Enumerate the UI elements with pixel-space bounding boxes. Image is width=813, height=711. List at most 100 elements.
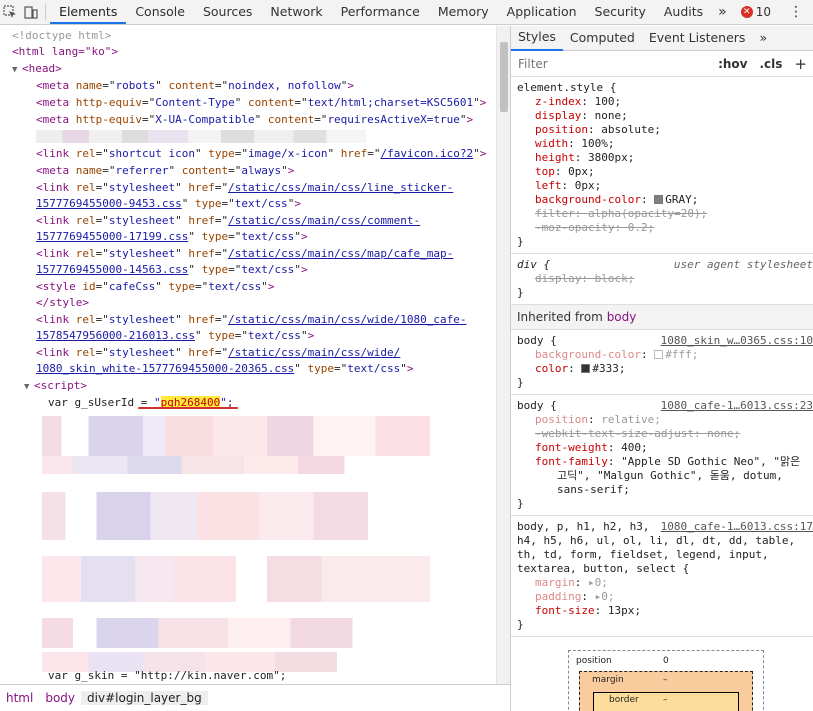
html-node[interactable]: <html lang="ko"> (12, 44, 118, 61)
style-property-inherited: background-color: #fff; (535, 348, 699, 361)
rule-close: } (517, 618, 524, 631)
color-swatch[interactable] (654, 195, 664, 204)
style-property-invalid: -moz-opacity: 0.2; (535, 221, 655, 234)
tab-sources[interactable]: Sources (194, 0, 261, 24)
scrollbar-thumb[interactable] (500, 42, 508, 112)
breadcrumb-body[interactable]: body (39, 691, 81, 705)
style-property-inherited: margin: ▸0; (535, 576, 608, 589)
rule-selector: element.style { (517, 81, 617, 94)
device-toolbar-icon[interactable] (21, 0, 42, 24)
class-toggle[interactable]: .cls (753, 57, 788, 71)
rule-source-link[interactable]: 1080_skin_w…0365.css:10 (661, 334, 813, 348)
tab-network[interactable]: Network (261, 0, 331, 24)
box-model-margin[interactable]: margin – border – (579, 671, 753, 711)
link-css-skin-white-node[interactable]: <link rel="stylesheet" href="/static/css… (36, 345, 400, 362)
color-swatch[interactable] (654, 350, 664, 359)
expand-triangle-icon[interactable]: ▼ (12, 62, 22, 79)
red-underline-annotation (138, 407, 238, 409)
more-tabs-button[interactable]: » (712, 4, 733, 20)
style-property-inherited: position: relative; (535, 413, 661, 426)
breadcrumb-selected-div[interactable]: div#login_layer_bg (81, 691, 208, 705)
style-property: z-index: 100; (535, 95, 622, 108)
head-node[interactable]: ▼ <head> (12, 61, 62, 79)
meta-referrer-node[interactable]: <meta name="referrer" content="always"> (36, 163, 294, 180)
inspect-element-icon[interactable] (0, 0, 21, 24)
css-href-continued[interactable]: 1577769455000-14563.css (36, 263, 188, 276)
style-property: background-color: GRAY; (535, 193, 699, 206)
tab-styles[interactable]: Styles (511, 26, 563, 51)
body-rule-skin[interactable]: body { 1080_skin_w…0365.css:10 backgroun… (511, 330, 813, 395)
tab-console[interactable]: Console (126, 0, 194, 24)
script-g-skin-line[interactable]: var g_skin = "http://kin.naver.com"; (48, 668, 286, 684)
script-node[interactable]: ▼ <script> (24, 378, 87, 396)
tab-audits[interactable]: Audits (655, 0, 712, 24)
tab-elements[interactable]: Elements (50, 0, 127, 24)
devtools-toolbar: Elements Console Sources Network Performance… (0, 0, 813, 25)
rule-close: } (517, 286, 524, 299)
meta-ua-compatible-node[interactable]: <meta http-equiv="X-UA-Compatible" conte… (36, 112, 473, 129)
toolbar-divider (45, 4, 47, 20)
element-style-rule[interactable]: element.style { z-index: 100; display: n… (511, 77, 813, 254)
link-css-1080-cafe-node[interactable]: <link rel="stylesheet" href="/static/css… (36, 312, 467, 329)
div-ua-rule[interactable]: div { user agent stylesheet display: blo… (511, 254, 813, 305)
style-property: display: none; (535, 109, 628, 122)
style-property: color: #333; (535, 362, 626, 375)
box-model-position-label: position (576, 656, 612, 666)
meta-content-type-node[interactable]: <meta http-equiv="Content-Type" content=… (36, 95, 486, 112)
reset-rule[interactable]: body, p, h1, h2, h3, 1080_cafe-1…6013.cs… (511, 516, 813, 637)
box-model-diagram[interactable]: position 0 margin – border – (568, 650, 764, 711)
hover-state-toggle[interactable]: :hov (712, 57, 753, 71)
inherited-from-link[interactable]: body (607, 310, 637, 324)
meta-robots-node[interactable]: <meta name="robots" content="noindex, no… (36, 78, 354, 95)
rule-close: } (517, 235, 524, 248)
link-favicon-node[interactable]: <link rel="shortcut icon" type="image/x-… (36, 146, 486, 163)
rule-source-link[interactable]: 1080_cafe-1…6013.css:17 (661, 520, 813, 534)
filter-bar: :hov .cls + (511, 51, 813, 77)
panel-tabs: Elements Console Sources Network Performance… (50, 0, 712, 24)
rule-close: } (517, 497, 524, 510)
css-href-continued[interactable]: 1080_skin_white-1577769455000-20365.css (36, 362, 294, 375)
rule-close: } (517, 376, 524, 389)
box-model-border[interactable]: border – (593, 692, 739, 711)
style-cafecss-node[interactable]: <style id="cafeCss" type="text/css"> (36, 279, 274, 296)
style-property: top: 0px; (535, 165, 595, 178)
css-href-continued[interactable]: 1578547956000-216013.css (36, 329, 195, 342)
doctype-node[interactable]: <!doctype html> (12, 28, 111, 45)
style-property: font-weight: 400; (535, 441, 648, 454)
elements-tree[interactable]: <!doctype html> <html lang="ko"> ▼ <head>… (0, 26, 496, 684)
tab-memory[interactable]: Memory (429, 0, 498, 24)
rule-source-link[interactable]: 1080_cafe-1…6013.css:23 (661, 399, 813, 413)
error-counter[interactable]: ✕ 10 (733, 5, 779, 19)
tab-event-listeners[interactable]: Event Listeners (642, 26, 753, 50)
style-property-inherited: padding: ▸0; (535, 590, 615, 603)
error-count: 10 (755, 5, 772, 19)
more-sidebar-tabs-button[interactable]: » (752, 26, 774, 50)
styles-sidebar: Styles Computed Event Listeners » :hov .… (510, 26, 813, 711)
link-css-cafe-map-node[interactable]: <link rel="stylesheet" href="/static/css… (36, 246, 453, 263)
color-swatch[interactable] (581, 364, 591, 373)
styles-filter-input[interactable] (511, 56, 713, 71)
new-rule-button[interactable]: + (788, 55, 813, 73)
tab-application[interactable]: Application (498, 0, 586, 24)
redacted-line (36, 130, 366, 143)
style-property: left: 0px; (535, 179, 602, 192)
inherited-header: Inherited from body (511, 305, 813, 330)
script-userid-line[interactable]: var g_sUserId = "pgh268400"; (48, 395, 233, 412)
breadcrumb-html[interactable]: html (0, 691, 39, 705)
style-property-continued: 고딕", "Malgun Gothic", 돋움, dotum, (557, 469, 783, 482)
style-close-node[interactable]: </style> (36, 295, 89, 312)
expand-triangle-icon[interactable]: ▼ (24, 379, 34, 396)
tab-performance[interactable]: Performance (332, 0, 429, 24)
css-href-continued[interactable]: 1577769455000-17199.css (36, 230, 188, 243)
link-css-comment-node[interactable]: <link rel="stylesheet" href="/static/css… (36, 213, 420, 230)
customize-menu-button[interactable]: ⋮ (779, 4, 813, 20)
body-rule-cafe[interactable]: body { 1080_cafe-1…6013.css:23 position:… (511, 395, 813, 516)
tree-scrollbar[interactable] (496, 26, 510, 684)
tab-computed[interactable]: Computed (563, 26, 642, 50)
box-model-position-value[interactable]: 0 (663, 656, 669, 666)
style-property: font-family: "Apple SD Gothic Neo", "맑은 (535, 455, 801, 468)
link-css-line-sticker-node[interactable]: <link rel="stylesheet" href="/static/css… (36, 180, 453, 197)
css-href-continued[interactable]: 1577769455000-9453.css (36, 197, 182, 210)
tab-security[interactable]: Security (586, 0, 655, 24)
style-property: position: absolute; (535, 123, 661, 136)
